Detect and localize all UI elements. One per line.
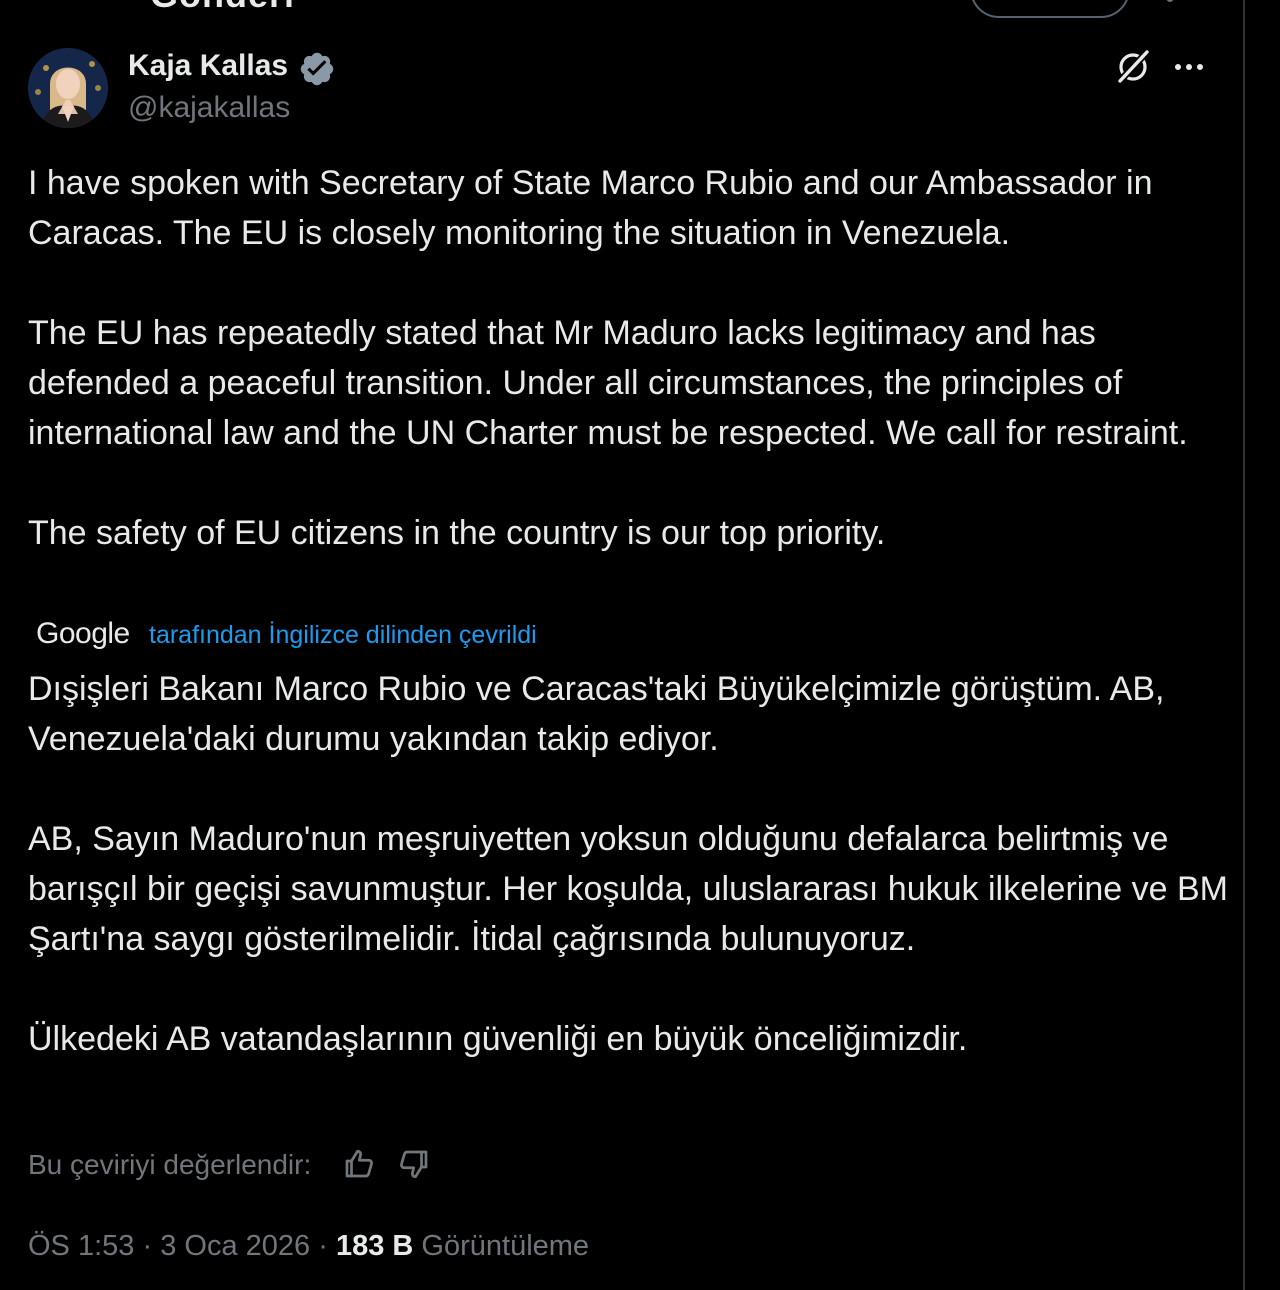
avatar[interactable] bbox=[28, 48, 108, 128]
header-dot-icon bbox=[1166, 0, 1174, 2]
more-dots-icon[interactable] bbox=[1170, 50, 1208, 84]
grok-icon[interactable] bbox=[1112, 46, 1154, 88]
tweet-translated-text: Dışişleri Bakanı Marco Rubio ve Caracas'… bbox=[28, 670, 1228, 1058]
meta-separator: · bbox=[142, 1230, 153, 1262]
google-logo: Google bbox=[36, 617, 130, 650]
column-divider bbox=[1243, 0, 1245, 1290]
avatar-portrait-icon bbox=[28, 48, 108, 128]
thumbs-down-icon[interactable] bbox=[396, 1146, 432, 1182]
header-pill-button[interactable] bbox=[970, 0, 1130, 18]
thumbs-up-icon[interactable] bbox=[341, 1146, 377, 1182]
views-label: Görüntüleme bbox=[421, 1230, 590, 1262]
tweet-meta-row: ÖS 1:53 · 3 Oca 2026 · 183 B Görüntüleme bbox=[28, 1226, 589, 1266]
tweet-date[interactable]: 3 Oca 2026 bbox=[160, 1230, 310, 1262]
translation-notice-link[interactable]: tarafından İngilizce dilinden çevrildi bbox=[149, 619, 537, 651]
tweet-original-text: I have spoken with Secretary of State Ma… bbox=[28, 164, 1188, 552]
meta-separator: · bbox=[318, 1230, 328, 1262]
tweet-detail-column: Gönderi Kaja Kallas @kajakallas I have s bbox=[0, 0, 1244, 1290]
author-name[interactable]: Kaja Kallas bbox=[128, 46, 288, 86]
verified-badge-icon bbox=[300, 52, 334, 86]
tweet-time[interactable]: ÖS 1:53 bbox=[28, 1230, 134, 1262]
rate-translation-label: Bu çeviriyi değerlendir: bbox=[28, 1149, 312, 1180]
header-title-fragment: Gönderi bbox=[150, 0, 295, 16]
views-count: 183 B bbox=[335, 1230, 414, 1262]
author-handle[interactable]: @kajakallas bbox=[128, 88, 290, 128]
